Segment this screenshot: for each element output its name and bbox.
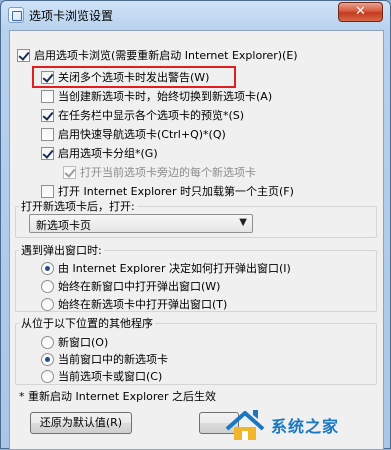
quick-tabs-checkbox[interactable]: [41, 127, 54, 141]
option-warn-close-multiple[interactable]: 关闭多个选项卡时发出警告(W): [41, 69, 209, 85]
popup-new-window-label: 始终在新窗口中打开弹出窗口(W): [58, 280, 221, 293]
title-bar: 选项卡浏览设置 ✕: [1, 1, 391, 29]
window-title: 选项卡浏览设置: [29, 9, 114, 23]
external-current-tab-label: 当前选项卡或窗口(C): [58, 370, 163, 383]
popup-option-ie-decides[interactable]: 由 Internet Explorer 决定如何打开弹出窗口(I): [41, 260, 291, 276]
enable-tabbed-label: 启用选项卡浏览(需要重新启动 Internet Explorer)(E): [34, 49, 298, 62]
option-open-next-to-current: 打开当前选项卡旁边的每个新选项卡: [63, 164, 256, 180]
external-option-new-tab[interactable]: 当前窗口中的新选项卡: [41, 351, 168, 367]
option-enable-tabbed[interactable]: 启用选项卡浏览(需要重新启动 Internet Explorer)(E): [17, 47, 298, 63]
external-links-group-title: 从位于以下位置的其他程序: [19, 315, 155, 331]
site-watermark: 系统之家: [223, 400, 391, 450]
option-quick-tabs[interactable]: 启用快速导航选项卡(Ctrl+Q)*(Q): [41, 126, 226, 142]
popup-option-new-window[interactable]: 始终在新窗口中打开弹出窗口(W): [41, 278, 220, 294]
close-button[interactable]: ✕: [338, 2, 383, 22]
watermark-text: 系统之家: [271, 419, 340, 436]
popup-ie-decides-radio[interactable]: [41, 261, 54, 275]
window-app-icon: [8, 7, 24, 23]
external-current-tab-radio[interactable]: [41, 369, 54, 383]
open-next-to-current-checkbox: [63, 165, 76, 179]
dialog-window: 选项卡浏览设置 ✕ 启用选项卡浏览(需要重新启动 Internet Explor…: [0, 0, 391, 450]
popup-new-window-radio[interactable]: [41, 279, 54, 293]
new-tab-page-select[interactable]: 新选项卡页 ▼: [29, 214, 253, 233]
new-tab-group-title: 打开新选项卡后，打开:: [19, 198, 137, 214]
chevron-down-icon: ▼: [239, 217, 247, 228]
tab-groups-checkbox[interactable]: [41, 146, 54, 160]
quick-tabs-label: 启用快速导航选项卡(Ctrl+Q)*(Q): [58, 128, 226, 141]
popup-group-title: 遇到弹出窗口时:: [19, 242, 104, 258]
external-new-tab-radio[interactable]: [41, 352, 54, 366]
option-load-first-home-only[interactable]: 打开 Internet Explorer 时只加载第一个主页(F): [41, 183, 294, 199]
warn-close-multiple-checkbox[interactable]: [41, 70, 54, 84]
new-tab-page-select-value: 新选项卡页: [36, 219, 91, 232]
popup-new-tab-label: 始终在新选项卡中打开弹出窗口(T): [58, 298, 228, 311]
external-new-window-label: 新窗口(O): [58, 336, 109, 349]
external-option-new-window[interactable]: 新窗口(O): [41, 334, 108, 350]
show-previews-taskbar-checkbox[interactable]: [41, 108, 54, 122]
load-first-home-only-checkbox[interactable]: [41, 184, 54, 198]
popup-option-new-tab[interactable]: 始终在新选项卡中打开弹出窗口(T): [41, 296, 227, 312]
option-tab-groups[interactable]: 启用选项卡分组*(G): [41, 145, 158, 161]
watermark-logo: [223, 407, 267, 443]
external-option-current-tab[interactable]: 当前选项卡或窗口(C): [41, 368, 162, 384]
external-new-tab-label: 当前窗口中的新选项卡: [58, 353, 168, 366]
option-show-previews-taskbar[interactable]: 在任务栏中显示各个选项卡的预览*(S): [41, 107, 244, 123]
restart-footnote: * 重新启动 Internet Explorer 之后生效: [19, 390, 216, 403]
load-first-home-only-label: 打开 Internet Explorer 时只加载第一个主页(F): [58, 185, 294, 198]
open-next-to-current-label: 打开当前选项卡旁边的每个新选项卡: [80, 166, 256, 179]
popup-ie-decides-label: 由 Internet Explorer 决定如何打开弹出窗口(I): [58, 262, 291, 275]
tab-groups-label: 启用选项卡分组*(G): [58, 147, 158, 160]
always-switch-new-tab-label: 当创建新选项卡时，始终切换到新选项卡(A): [58, 90, 273, 103]
always-switch-new-tab-checkbox[interactable]: [41, 89, 54, 103]
warn-close-multiple-label: 关闭多个选项卡时发出警告(W): [58, 71, 210, 84]
enable-tabbed-checkbox[interactable]: [17, 48, 30, 62]
show-previews-taskbar-label: 在任务栏中显示各个选项卡的预览*(S): [58, 109, 245, 122]
restore-defaults-button[interactable]: 还原为默认值(R): [30, 412, 132, 434]
option-always-switch-new-tab[interactable]: 当创建新选项卡时，始终切换到新选项卡(A): [41, 88, 272, 104]
popup-new-tab-radio[interactable]: [41, 297, 54, 311]
external-new-window-radio[interactable]: [41, 335, 54, 349]
